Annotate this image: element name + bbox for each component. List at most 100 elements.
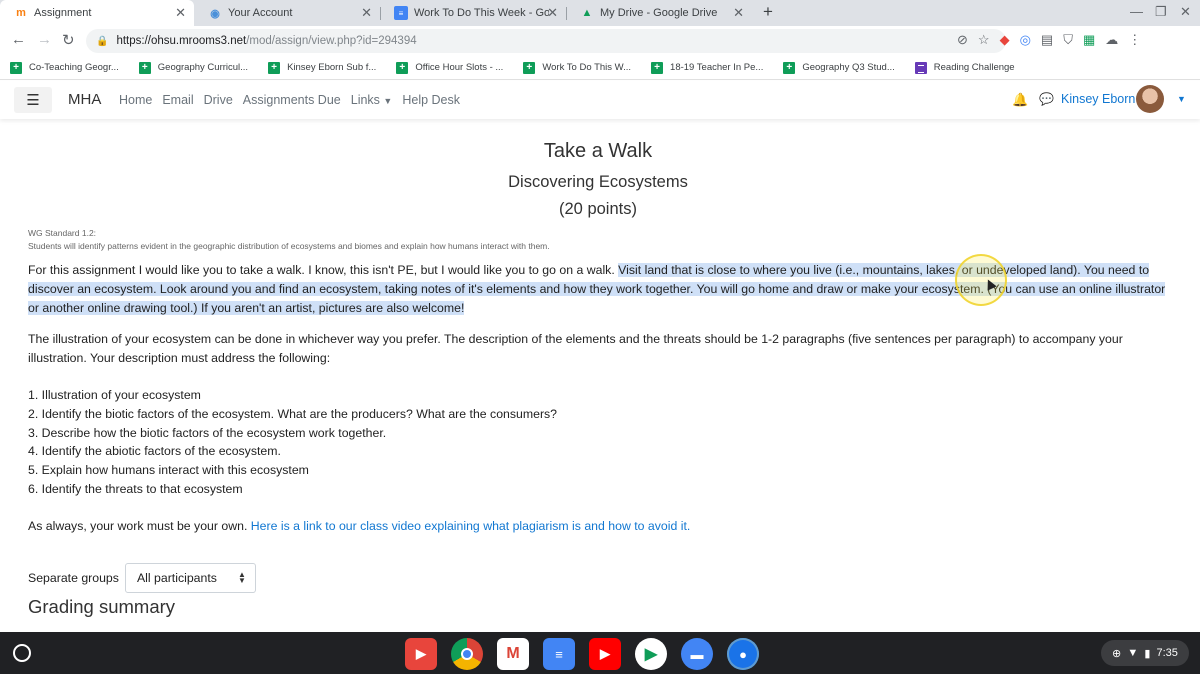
extension-icon[interactable]: ◎ (1020, 32, 1031, 48)
forms-icon (914, 61, 927, 74)
star-icon[interactable]: ☆ (978, 32, 990, 48)
add-icon: ⊕ (1112, 647, 1122, 660)
plagiarism-video-link[interactable]: Here is a link to our class video explai… (251, 519, 691, 533)
play-store-icon[interactable]: ▶ (635, 638, 667, 670)
bookmark-item[interactable]: + Work To Do This W... (523, 61, 632, 74)
nav-home[interactable]: Home (119, 93, 152, 107)
sheets-icon: + (268, 61, 281, 74)
description-paragraph: The illustration of your ecosystem can b… (28, 332, 1123, 365)
browser-toolbar: ← → ↻ 🔒 https://ohsu.mrooms3.net/mod/ass… (0, 26, 1200, 56)
shield-icon[interactable]: ⛉ (1063, 32, 1073, 48)
nav-help-desk[interactable]: Help Desk (402, 93, 460, 107)
url-host: https://ohsu.mrooms3.net (116, 35, 247, 47)
nav-assignments-due[interactable]: Assignments Due (243, 93, 341, 107)
sheets-icon: + (783, 61, 796, 74)
nav-links: Home Email Drive Assignments Due Links ▼… (119, 93, 460, 107)
chevron-down-icon[interactable]: ▼ (1177, 94, 1186, 104)
standard-text: Students will identify patterns evident … (28, 241, 550, 251)
nav-links-dropdown[interactable]: Links ▼ (351, 93, 393, 107)
chrome-icon[interactable] (451, 638, 483, 670)
maximize-icon[interactable]: ❐ (1155, 4, 1167, 20)
page-title: Take a Walk (543, 140, 653, 162)
gmail-icon[interactable]: M (497, 638, 529, 670)
address-bar[interactable]: 🔒 https://ohsu.mrooms3.net/mod/assign/vi… (86, 29, 1006, 53)
system-tray[interactable]: ⊕ ▼ ▮ 7:35 (1101, 640, 1189, 666)
groups-select[interactable]: All participants ▲ ▼ (124, 563, 256, 593)
plagiarism-text: As always, your work must be your own. (28, 519, 251, 533)
reload-icon[interactable]: ↻ (62, 31, 75, 49)
select-arrows-icon: ▲ ▼ (238, 570, 246, 585)
tab-assignment[interactable]: m Assignment ✕ (0, 0, 194, 26)
bookmark-item[interactable]: + Office Hour Slots - ... (396, 61, 504, 74)
lock-icon: 🔒 (96, 35, 109, 47)
youtube-icon[interactable]: ▶ (589, 638, 621, 670)
site-navbar: ☰ MHA Home Email Drive Assignments Due L… (0, 81, 1200, 119)
bookmark-item[interactable]: +18-19 Teacher In Pe... (651, 61, 764, 74)
user-name[interactable]: Kinsey Eborn (1061, 92, 1135, 106)
list-item: 4. Identify the abiotic factors of the e… (28, 444, 281, 459)
back-icon[interactable]: ← (11, 31, 26, 48)
bookmark-item[interactable]: + Geography Curricul... (138, 61, 249, 74)
list-item: 1. Illustration of your ecosystem (28, 388, 201, 402)
files-icon[interactable]: ▬ (681, 638, 713, 670)
cursor-highlight (955, 254, 1007, 306)
account-icon: ◉ (210, 7, 220, 20)
bookmark-label: Office Hour Slots - ... (415, 62, 504, 73)
nav-email[interactable]: Email (162, 93, 193, 107)
bookmarks-bar: + Co-Teaching Geogr... + Geography Curricu… (0, 56, 1200, 80)
close-icon[interactable]: ✕ (175, 5, 186, 21)
close-icon[interactable]: ✕ (733, 5, 744, 21)
minimize-icon[interactable]: — (1130, 4, 1143, 19)
screencastify-icon[interactable]: ▶ (405, 638, 437, 670)
tab-title: Assignment (34, 7, 92, 19)
blocked-icon[interactable]: ⊘ (957, 32, 968, 48)
launcher-icon[interactable] (13, 644, 31, 662)
bookmark-item[interactable]: + Co-Teaching Geogr... (10, 61, 119, 74)
tab-work-to-do[interactable]: ≡ Work To Do This Week - Google D ✕ (380, 0, 566, 26)
nav-links-label: Links (350, 93, 380, 107)
bookmark-label: 18-19 Teacher In Pe... (670, 62, 764, 73)
bell-icon[interactable]: 🔔 (1012, 92, 1028, 108)
requirements-list: 1. Illustration of your ecosystem 2. Ide… (28, 386, 557, 499)
extension-icon[interactable]: ▦ (1083, 32, 1095, 48)
bookmark-label: Kinsey Eborn Sub f... (287, 62, 377, 73)
list-item: 2. Identify the biotic factors of the ec… (28, 406, 558, 421)
browser-tab-strip: m Assignment ✕ ◉ Your Account ✕ ≡ Work T… (0, 0, 1200, 26)
new-tab-button[interactable]: + (763, 2, 773, 22)
tab-my-drive[interactable]: ▲ My Drive - Google Drive ✕ (566, 0, 752, 26)
groups-label: Separate groups (28, 571, 119, 585)
menu-dots-icon[interactable]: ⋮ (1128, 32, 1141, 48)
hamburger-menu-icon[interactable]: ☰ (14, 87, 52, 113)
intro-text: For this assignment I would like you to … (28, 263, 619, 277)
bookmark-item[interactable]: + Kinsey Eborn Sub f... (268, 61, 377, 74)
extension-icon[interactable]: ▤ (1041, 32, 1053, 48)
chat-icon[interactable]: 💬 (1039, 92, 1054, 106)
page-subtitle: Discovering Ecosystems (508, 173, 688, 191)
chevron-down-icon: ▼ (383, 96, 393, 106)
shelf-apps: ▶ M ≡ ▶ ▶ ▬ ● (405, 638, 759, 670)
url-path: /mod/assign/view.php?id=294394 (246, 35, 417, 47)
bookmark-item[interactable]: Reading Challenge (914, 61, 1015, 74)
close-icon[interactable]: ✕ (361, 5, 372, 21)
wifi-icon: ▼ (1127, 647, 1139, 659)
standard-block: WG Standard 1.2: Students will identify … (28, 227, 550, 253)
bookmark-label: Reading Challenge (933, 62, 1015, 73)
bookmark-label: Geography Curricul... (157, 62, 249, 73)
extension-icons: ⊘ ☆ ◆ ◎ ▤ ⛉ ▦ ☁ ⋮ (957, 32, 1141, 48)
forward-icon[interactable]: → (37, 31, 52, 48)
extension-icon[interactable]: ☁ (1105, 32, 1118, 48)
extension-icon[interactable]: ◆ (1000, 32, 1010, 48)
list-item: 5. Explain how humans interact with this… (28, 463, 309, 478)
site-brand[interactable]: MHA (68, 91, 101, 108)
battery-icon: ▮ (1144, 647, 1151, 660)
close-icon[interactable]: ✕ (547, 5, 558, 21)
nav-drive[interactable]: Drive (204, 93, 233, 107)
account-app-icon[interactable]: ● (727, 638, 759, 670)
bookmark-label: Work To Do This W... (542, 62, 632, 73)
avatar[interactable] (1136, 85, 1164, 113)
close-window-icon[interactable]: ✕ (1180, 4, 1191, 20)
bookmark-item[interactable]: + Geography Q3 Stud... (783, 61, 895, 74)
google-docs-icon[interactable]: ≡ (543, 638, 575, 670)
tab-your-account[interactable]: ◉ Your Account ✕ (194, 0, 380, 26)
google-drive-icon: ▲ (581, 7, 593, 19)
